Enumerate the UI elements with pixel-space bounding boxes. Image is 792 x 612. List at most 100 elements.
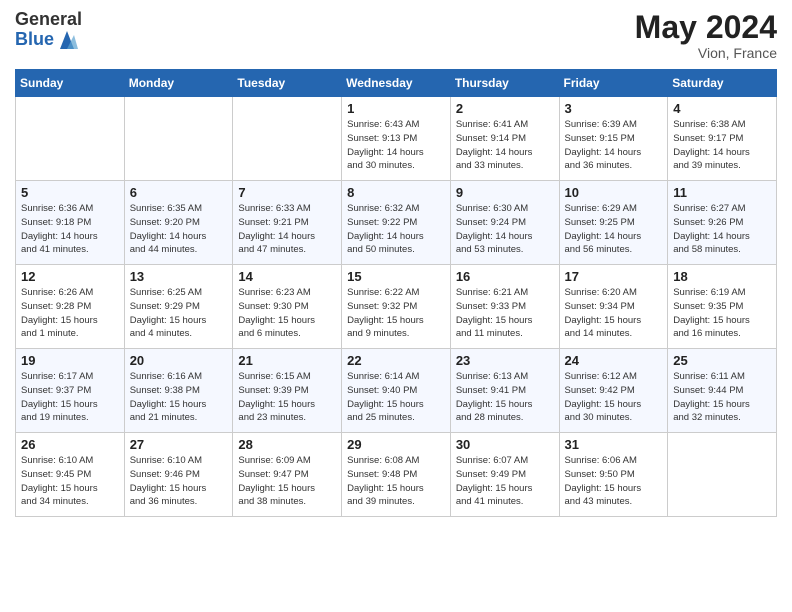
calendar-cell: 14 Sunrise: 6:23 AM Sunset: 9:30 PM Dayli… <box>233 265 342 349</box>
calendar-cell: 28 Sunrise: 6:09 AM Sunset: 9:47 PM Dayli… <box>233 433 342 517</box>
calendar-cell: 31 Sunrise: 6:06 AM Sunset: 9:50 PM Dayli… <box>559 433 668 517</box>
calendar-cell: 21Sunrise: 6:15 AM Sunset: 9:39 PM Dayli… <box>233 349 342 433</box>
logo-general: General <box>15 10 82 30</box>
calendar-cell: 19Sunrise: 6:17 AM Sunset: 9:37 PM Dayli… <box>16 349 125 433</box>
day-number: 6 <box>130 185 228 200</box>
col-tuesday: Tuesday <box>233 70 342 97</box>
cell-info: Sunrise: 6:16 AM Sunset: 9:38 PM Dayligh… <box>130 370 228 425</box>
cell-info: Sunrise: 6:06 AM Sunset: 9:50 PM Dayligh… <box>565 454 663 509</box>
calendar-cell: 30 Sunrise: 6:07 AM Sunset: 9:49 PM Dayli… <box>450 433 559 517</box>
day-number: 16 <box>456 269 554 284</box>
calendar-cell: 26 Sunrise: 6:10 AM Sunset: 9:45 PM Dayli… <box>16 433 125 517</box>
calendar-cell: 15 Sunrise: 6:22 AM Sunset: 9:32 PM Dayli… <box>342 265 451 349</box>
cell-info: Sunrise: 6:33 AM Sunset: 9:21 PM Dayligh… <box>238 202 336 257</box>
col-saturday: Saturday <box>668 70 777 97</box>
calendar-cell: 1Sunrise: 6:43 AM Sunset: 9:13 PM Daylig… <box>342 97 451 181</box>
calendar-cell: 23Sunrise: 6:13 AM Sunset: 9:41 PM Dayli… <box>450 349 559 433</box>
calendar-cell: 5 Sunrise: 6:36 AM Sunset: 9:18 PM Daylig… <box>16 181 125 265</box>
calendar-cell: 16 Sunrise: 6:21 AM Sunset: 9:33 PM Dayli… <box>450 265 559 349</box>
calendar-cell: 10 Sunrise: 6:29 AM Sunset: 9:25 PM Dayli… <box>559 181 668 265</box>
calendar-cell: 2Sunrise: 6:41 AM Sunset: 9:14 PM Daylig… <box>450 97 559 181</box>
day-number: 1 <box>347 101 445 116</box>
col-friday: Friday <box>559 70 668 97</box>
day-number: 10 <box>565 185 663 200</box>
day-number: 28 <box>238 437 336 452</box>
calendar-body: 1Sunrise: 6:43 AM Sunset: 9:13 PM Daylig… <box>16 97 777 517</box>
cell-info: Sunrise: 6:12 AM Sunset: 9:42 PM Dayligh… <box>565 370 663 425</box>
cell-info: Sunrise: 6:29 AM Sunset: 9:25 PM Dayligh… <box>565 202 663 257</box>
day-number: 26 <box>21 437 119 452</box>
calendar-cell: 18 Sunrise: 6:19 AM Sunset: 9:35 PM Dayli… <box>668 265 777 349</box>
cell-info: Sunrise: 6:09 AM Sunset: 9:47 PM Dayligh… <box>238 454 336 509</box>
calendar-week-3: 12Sunrise: 6:26 AM Sunset: 9:28 PM Dayli… <box>16 265 777 349</box>
month-title: May 2024 <box>635 10 777 45</box>
calendar-cell: 3 Sunrise: 6:39 AM Sunset: 9:15 PM Daylig… <box>559 97 668 181</box>
header-row: Sunday Monday Tuesday Wednesday Thursday… <box>16 70 777 97</box>
day-number: 5 <box>21 185 119 200</box>
calendar-cell: 20 Sunrise: 6:16 AM Sunset: 9:38 PM Dayli… <box>124 349 233 433</box>
cell-info: Sunrise: 6:35 AM Sunset: 9:20 PM Dayligh… <box>130 202 228 257</box>
cell-info: Sunrise: 6:10 AM Sunset: 9:45 PM Dayligh… <box>21 454 119 509</box>
cell-info: Sunrise: 6:23 AM Sunset: 9:30 PM Dayligh… <box>238 286 336 341</box>
cell-info: Sunrise: 6:07 AM Sunset: 9:49 PM Dayligh… <box>456 454 554 509</box>
calendar-cell: 12Sunrise: 6:26 AM Sunset: 9:28 PM Dayli… <box>16 265 125 349</box>
calendar-cell: 11 Sunrise: 6:27 AM Sunset: 9:26 PM Dayli… <box>668 181 777 265</box>
day-number: 14 <box>238 269 336 284</box>
calendar-cell: 8 Sunrise: 6:32 AM Sunset: 9:22 PM Daylig… <box>342 181 451 265</box>
day-number: 30 <box>456 437 554 452</box>
calendar-week-5: 26 Sunrise: 6:10 AM Sunset: 9:45 PM Dayli… <box>16 433 777 517</box>
calendar-cell: 22Sunrise: 6:14 AM Sunset: 9:40 PM Dayli… <box>342 349 451 433</box>
day-number: 31 <box>565 437 663 452</box>
col-thursday: Thursday <box>450 70 559 97</box>
cell-info: Sunrise: 6:32 AM Sunset: 9:22 PM Dayligh… <box>347 202 445 257</box>
page-header: General Blue May 2024 Vion, France <box>15 10 777 61</box>
day-number: 9 <box>456 185 554 200</box>
cell-info: Sunrise: 6:10 AM Sunset: 9:46 PM Dayligh… <box>130 454 228 509</box>
day-number: 27 <box>130 437 228 452</box>
day-number: 11 <box>673 185 771 200</box>
day-number: 24 <box>565 353 663 368</box>
cell-info: Sunrise: 6:27 AM Sunset: 9:26 PM Dayligh… <box>673 202 771 257</box>
calendar-cell: 24 Sunrise: 6:12 AM Sunset: 9:42 PM Dayli… <box>559 349 668 433</box>
calendar-header: Sunday Monday Tuesday Wednesday Thursday… <box>16 70 777 97</box>
location-subtitle: Vion, France <box>635 45 777 61</box>
calendar-cell: 25Sunrise: 6:11 AM Sunset: 9:44 PM Dayli… <box>668 349 777 433</box>
cell-info: Sunrise: 6:15 AM Sunset: 9:39 PM Dayligh… <box>238 370 336 425</box>
calendar-cell: 17 Sunrise: 6:20 AM Sunset: 9:34 PM Dayli… <box>559 265 668 349</box>
day-number: 12 <box>21 269 119 284</box>
day-number: 22 <box>347 353 445 368</box>
cell-info: Sunrise: 6:08 AM Sunset: 9:48 PM Dayligh… <box>347 454 445 509</box>
day-number: 19 <box>21 353 119 368</box>
cell-info: Sunrise: 6:22 AM Sunset: 9:32 PM Dayligh… <box>347 286 445 341</box>
col-wednesday: Wednesday <box>342 70 451 97</box>
cell-info: Sunrise: 6:36 AM Sunset: 9:18 PM Dayligh… <box>21 202 119 257</box>
day-number: 7 <box>238 185 336 200</box>
calendar-cell <box>233 97 342 181</box>
day-number: 17 <box>565 269 663 284</box>
calendar-cell: 6 Sunrise: 6:35 AM Sunset: 9:20 PM Daylig… <box>124 181 233 265</box>
calendar-cell <box>16 97 125 181</box>
col-sunday: Sunday <box>16 70 125 97</box>
day-number: 4 <box>673 101 771 116</box>
logo-blue: Blue <box>15 30 54 50</box>
day-number: 13 <box>130 269 228 284</box>
day-number: 23 <box>456 353 554 368</box>
cell-info: Sunrise: 6:39 AM Sunset: 9:15 PM Dayligh… <box>565 118 663 173</box>
cell-info: Sunrise: 6:20 AM Sunset: 9:34 PM Dayligh… <box>565 286 663 341</box>
cell-info: Sunrise: 6:19 AM Sunset: 9:35 PM Dayligh… <box>673 286 771 341</box>
day-number: 15 <box>347 269 445 284</box>
calendar-week-4: 19Sunrise: 6:17 AM Sunset: 9:37 PM Dayli… <box>16 349 777 433</box>
col-monday: Monday <box>124 70 233 97</box>
day-number: 8 <box>347 185 445 200</box>
cell-info: Sunrise: 6:41 AM Sunset: 9:14 PM Dayligh… <box>456 118 554 173</box>
day-number: 29 <box>347 437 445 452</box>
calendar-week-2: 5 Sunrise: 6:36 AM Sunset: 9:18 PM Daylig… <box>16 181 777 265</box>
day-number: 3 <box>565 101 663 116</box>
day-number: 18 <box>673 269 771 284</box>
title-block: May 2024 Vion, France <box>635 10 777 61</box>
calendar-table: Sunday Monday Tuesday Wednesday Thursday… <box>15 69 777 517</box>
cell-info: Sunrise: 6:25 AM Sunset: 9:29 PM Dayligh… <box>130 286 228 341</box>
calendar-week-1: 1Sunrise: 6:43 AM Sunset: 9:13 PM Daylig… <box>16 97 777 181</box>
cell-info: Sunrise: 6:21 AM Sunset: 9:33 PM Dayligh… <box>456 286 554 341</box>
day-number: 20 <box>130 353 228 368</box>
